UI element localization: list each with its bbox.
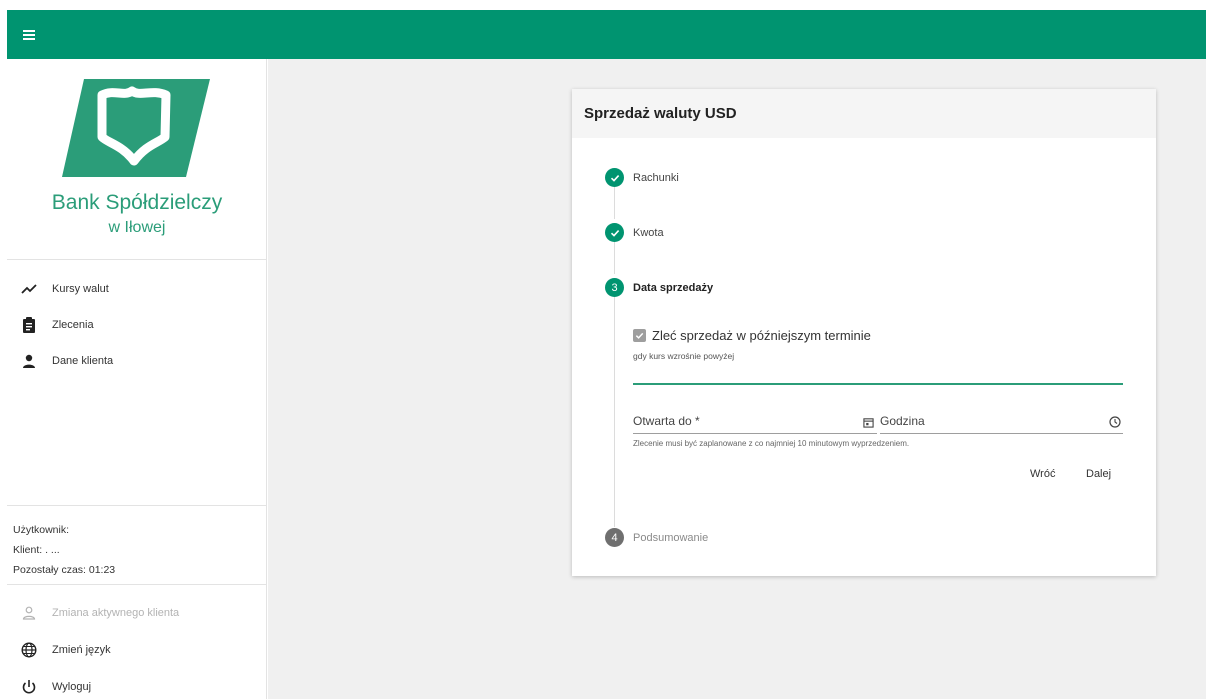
page-title: Sprzedaż waluty USD <box>584 105 737 122</box>
sidebar-item-zmiana-klienta: Zmiana aktywnego klienta <box>7 594 267 631</box>
step-label: Data sprzedaży <box>633 281 714 294</box>
hamburger-menu-icon[interactable] <box>19 24 41 46</box>
person-icon <box>19 351 39 371</box>
stepper-connector <box>614 187 615 219</box>
app-root: Bank Spółdzielczy w Iłowej Kursy walut Z… <box>0 0 1206 699</box>
bank-logo <box>62 79 210 177</box>
sidebar-item-zlecenia[interactable]: Zlecenia <box>7 307 267 343</box>
stepper-connector <box>614 297 615 527</box>
card-header: Sprzedaż waluty USD <box>572 89 1156 138</box>
sidebar-item-label: Dane klienta <box>52 355 114 367</box>
checkbox-label: Zleć sprzedaż w późniejszym terminie <box>652 328 871 343</box>
sidebar-item-label: Wyloguj <box>52 680 92 693</box>
rate-hint: gdy kurs wzrośnie powyżej <box>633 351 735 361</box>
step-number: 4 <box>605 528 624 547</box>
sidebar-item-kursy-walut[interactable]: Kursy walut <box>7 271 267 307</box>
back-button[interactable]: Wróć <box>1024 464 1061 484</box>
sidebar-nav: Kursy walut Zlecenia Dane klienta <box>7 271 267 379</box>
user-label: Użytkownik: <box>13 524 70 536</box>
main-content: Sprzedaż waluty USD Rachunki Kwota 3 Dat… <box>268 59 1206 699</box>
sidebar-item-label: Zlecenia <box>52 319 94 331</box>
sidebar-item-label: Kursy walut <box>52 283 109 295</box>
sidebar-item-label: Zmiana aktywnego klienta <box>52 606 180 619</box>
clipboard-icon <box>19 315 39 335</box>
bank-location: w Iłowej <box>108 219 166 236</box>
step-label: Podsumowanie <box>633 531 709 544</box>
stepper-connector <box>614 242 615 274</box>
sidebar-bottom-nav: Zmiana aktywnego klienta Zmień język Wyl… <box>7 594 267 699</box>
date-field-label: Otwarta do * <box>633 414 700 428</box>
schedule-later-checkbox[interactable]: Zleć sprzedaż w późniejszym terminie <box>633 328 871 343</box>
time-field[interactable]: Godzina <box>880 407 1123 434</box>
power-icon <box>19 677 39 697</box>
check-icon <box>605 223 624 242</box>
schedule-hint: Zlecenie musi być zaplanowane z co najmn… <box>633 439 910 448</box>
sidebar-item-wyloguj[interactable]: Wyloguj <box>7 668 267 699</box>
next-button[interactable]: Dalej <box>1080 464 1117 484</box>
globe-icon <box>19 640 39 660</box>
clock-icon[interactable] <box>1109 415 1121 428</box>
sidebar: Bank Spółdzielczy w Iłowej Kursy walut Z… <box>7 59 267 699</box>
step-kwota[interactable]: Kwota <box>605 223 664 242</box>
time-field-label: Godzina <box>880 414 925 428</box>
sidebar-item-label: Zmień język <box>52 643 111 656</box>
sell-currency-card: Sprzedaż waluty USD Rachunki Kwota 3 Dat… <box>572 89 1156 576</box>
step-podsumowanie: 4 Podsumowanie <box>605 528 708 547</box>
step-data-sprzedazy[interactable]: 3 Data sprzedaży <box>605 278 713 297</box>
trend-chart-icon <box>19 279 39 299</box>
bank-name: Bank Spółdzielczy <box>51 191 223 214</box>
open-until-date-field[interactable]: Otwarta do * <box>633 407 877 434</box>
sidebar-item-dane-klienta[interactable]: Dane klienta <box>7 343 267 379</box>
person-outline-icon <box>19 603 39 623</box>
step-label: Rachunki <box>633 171 679 184</box>
session-time-label: Pozostały czas: 01:23 <box>13 564 116 576</box>
rate-threshold-input[interactable] <box>633 361 1123 385</box>
client-label: Klient: . ... <box>13 544 60 556</box>
step-rachunki[interactable]: Rachunki <box>605 168 679 187</box>
calendar-icon[interactable] <box>863 415 875 428</box>
user-info-panel: Użytkownik: Klient: . ... Pozostały czas… <box>7 505 267 585</box>
step-label: Kwota <box>633 226 664 239</box>
sidebar-item-zmien-jezyk[interactable]: Zmień język <box>7 631 267 668</box>
bank-logo-area: Bank Spółdzielczy w Iłowej <box>7 59 267 260</box>
top-app-bar <box>7 10 1206 59</box>
check-icon <box>605 168 624 187</box>
checkbox-checked-icon <box>633 329 646 342</box>
step-number: 3 <box>605 278 624 297</box>
